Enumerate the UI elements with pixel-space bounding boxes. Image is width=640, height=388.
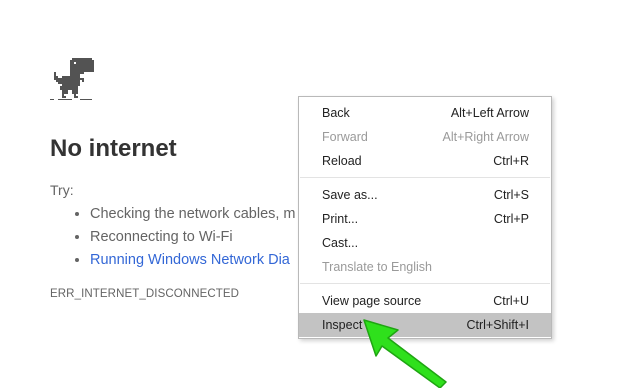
context-menu: Back Alt+Left Arrow Forward Alt+Right Ar… xyxy=(298,96,552,339)
menu-item-label: View page source xyxy=(322,294,422,308)
menu-item-shortcut: Ctrl+U xyxy=(493,294,529,308)
menu-item-view-source[interactable]: View page source Ctrl+U xyxy=(299,289,551,313)
green-arrow-annotation xyxy=(363,319,447,388)
menu-item-label: Print... xyxy=(322,212,359,226)
menu-item-back[interactable]: Back Alt+Left Arrow xyxy=(299,101,551,125)
menu-item-print[interactable]: Print... Ctrl+P xyxy=(299,207,551,231)
menu-item-save-as[interactable]: Save as... Ctrl+S xyxy=(299,183,551,207)
try-label: Try: xyxy=(50,182,74,198)
menu-item-reload[interactable]: Reload Ctrl+R xyxy=(299,149,551,173)
suggestion-text: Checking the network cables, m xyxy=(90,206,296,222)
menu-item-shortcut: Alt+Right Arrow xyxy=(442,130,530,144)
menu-item-label: Cast... xyxy=(322,236,359,250)
menu-item-shortcut: Alt+Left Arrow xyxy=(450,106,529,120)
menu-item-label: Inspect xyxy=(322,318,363,332)
menu-item-cast[interactable]: Cast... xyxy=(299,231,551,255)
network-diagnostics-link[interactable]: Running Windows Network Dia xyxy=(90,252,290,268)
page-title: No internet xyxy=(50,135,177,162)
menu-item-label: Translate to English xyxy=(322,260,433,274)
menu-item-shortcut: Ctrl+Shift+I xyxy=(466,318,529,332)
suggestion-list: Checking the network cables, m Reconnect… xyxy=(72,203,296,272)
menu-item-shortcut: Ctrl+R xyxy=(493,154,529,168)
menu-item-forward: Forward Alt+Right Arrow xyxy=(299,125,551,149)
list-item: Reconnecting to Wi-Fi xyxy=(90,226,296,249)
offline-dino-icon[interactable] xyxy=(50,56,96,102)
menu-separator xyxy=(300,283,550,284)
error-code: ERR_INTERNET_DISCONNECTED xyxy=(50,288,240,300)
menu-item-translate: Translate to English xyxy=(299,255,551,279)
menu-item-label: Save as... xyxy=(322,188,378,202)
menu-item-label: Forward xyxy=(322,130,368,144)
list-item[interactable]: Running Windows Network Dia xyxy=(90,249,296,272)
menu-item-shortcut: Ctrl+P xyxy=(493,212,529,226)
menu-separator xyxy=(300,177,550,178)
menu-item-label: Reload xyxy=(322,154,362,168)
menu-item-label: Back xyxy=(322,106,350,120)
suggestion-text: Reconnecting to Wi-Fi xyxy=(90,229,233,245)
list-item: Checking the network cables, m xyxy=(90,203,296,226)
browser-page: No internet Try: Checking the network ca… xyxy=(0,0,640,388)
menu-item-shortcut: Ctrl+S xyxy=(493,188,529,202)
